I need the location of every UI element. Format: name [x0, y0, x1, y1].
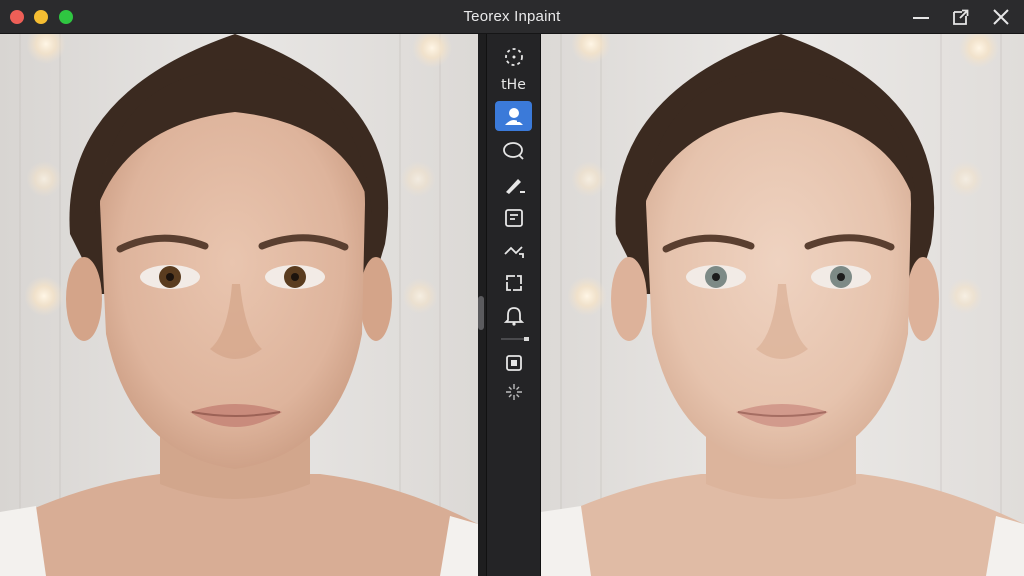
text-icon: tHe: [501, 77, 526, 93]
title-bar: Teorex Inpaint: [0, 0, 1024, 34]
bell-icon: [503, 307, 524, 326]
note-icon: [504, 209, 523, 227]
sparkle-tool[interactable]: [495, 377, 532, 407]
original-photo[interactable]: [0, 34, 478, 576]
bell-tool[interactable]: [495, 301, 532, 331]
brush-size-slider[interactable]: [501, 337, 529, 341]
restore-icon: [953, 9, 969, 25]
portrait-retouch-tool[interactable]: [495, 101, 532, 131]
brush-icon: [505, 179, 525, 194]
retouched-photo[interactable]: [541, 34, 1024, 576]
selection-tool[interactable]: [495, 42, 532, 72]
portrait-retouch-icon: [504, 108, 523, 125]
line-remover-tool[interactable]: [495, 236, 532, 266]
close-button[interactable]: [990, 6, 1012, 28]
tool-palette: tHe: [486, 34, 541, 576]
clone-stamp-tool[interactable]: [495, 268, 532, 298]
close-icon: [993, 9, 1009, 25]
clone-stamp-icon: [505, 275, 522, 291]
lasso-icon: [502, 142, 524, 160]
window-title: Teorex Inpaint: [463, 8, 561, 25]
minimize-icon: [913, 17, 929, 19]
lasso-tool[interactable]: [495, 136, 532, 166]
slider-knob[interactable]: [524, 337, 529, 341]
preview-icon: [505, 355, 522, 371]
sparkle-icon: [505, 384, 522, 400]
note-tool[interactable]: [495, 203, 532, 233]
brush-tool[interactable]: [495, 170, 532, 200]
line-remover-icon: [503, 246, 524, 258]
minimize-button[interactable]: [910, 6, 932, 28]
restore-button[interactable]: [950, 6, 972, 28]
selection-icon: [504, 48, 523, 66]
preview-tool[interactable]: [495, 348, 532, 378]
text-tool[interactable]: tHe: [495, 70, 532, 100]
split-divider-handle[interactable]: [478, 296, 484, 330]
